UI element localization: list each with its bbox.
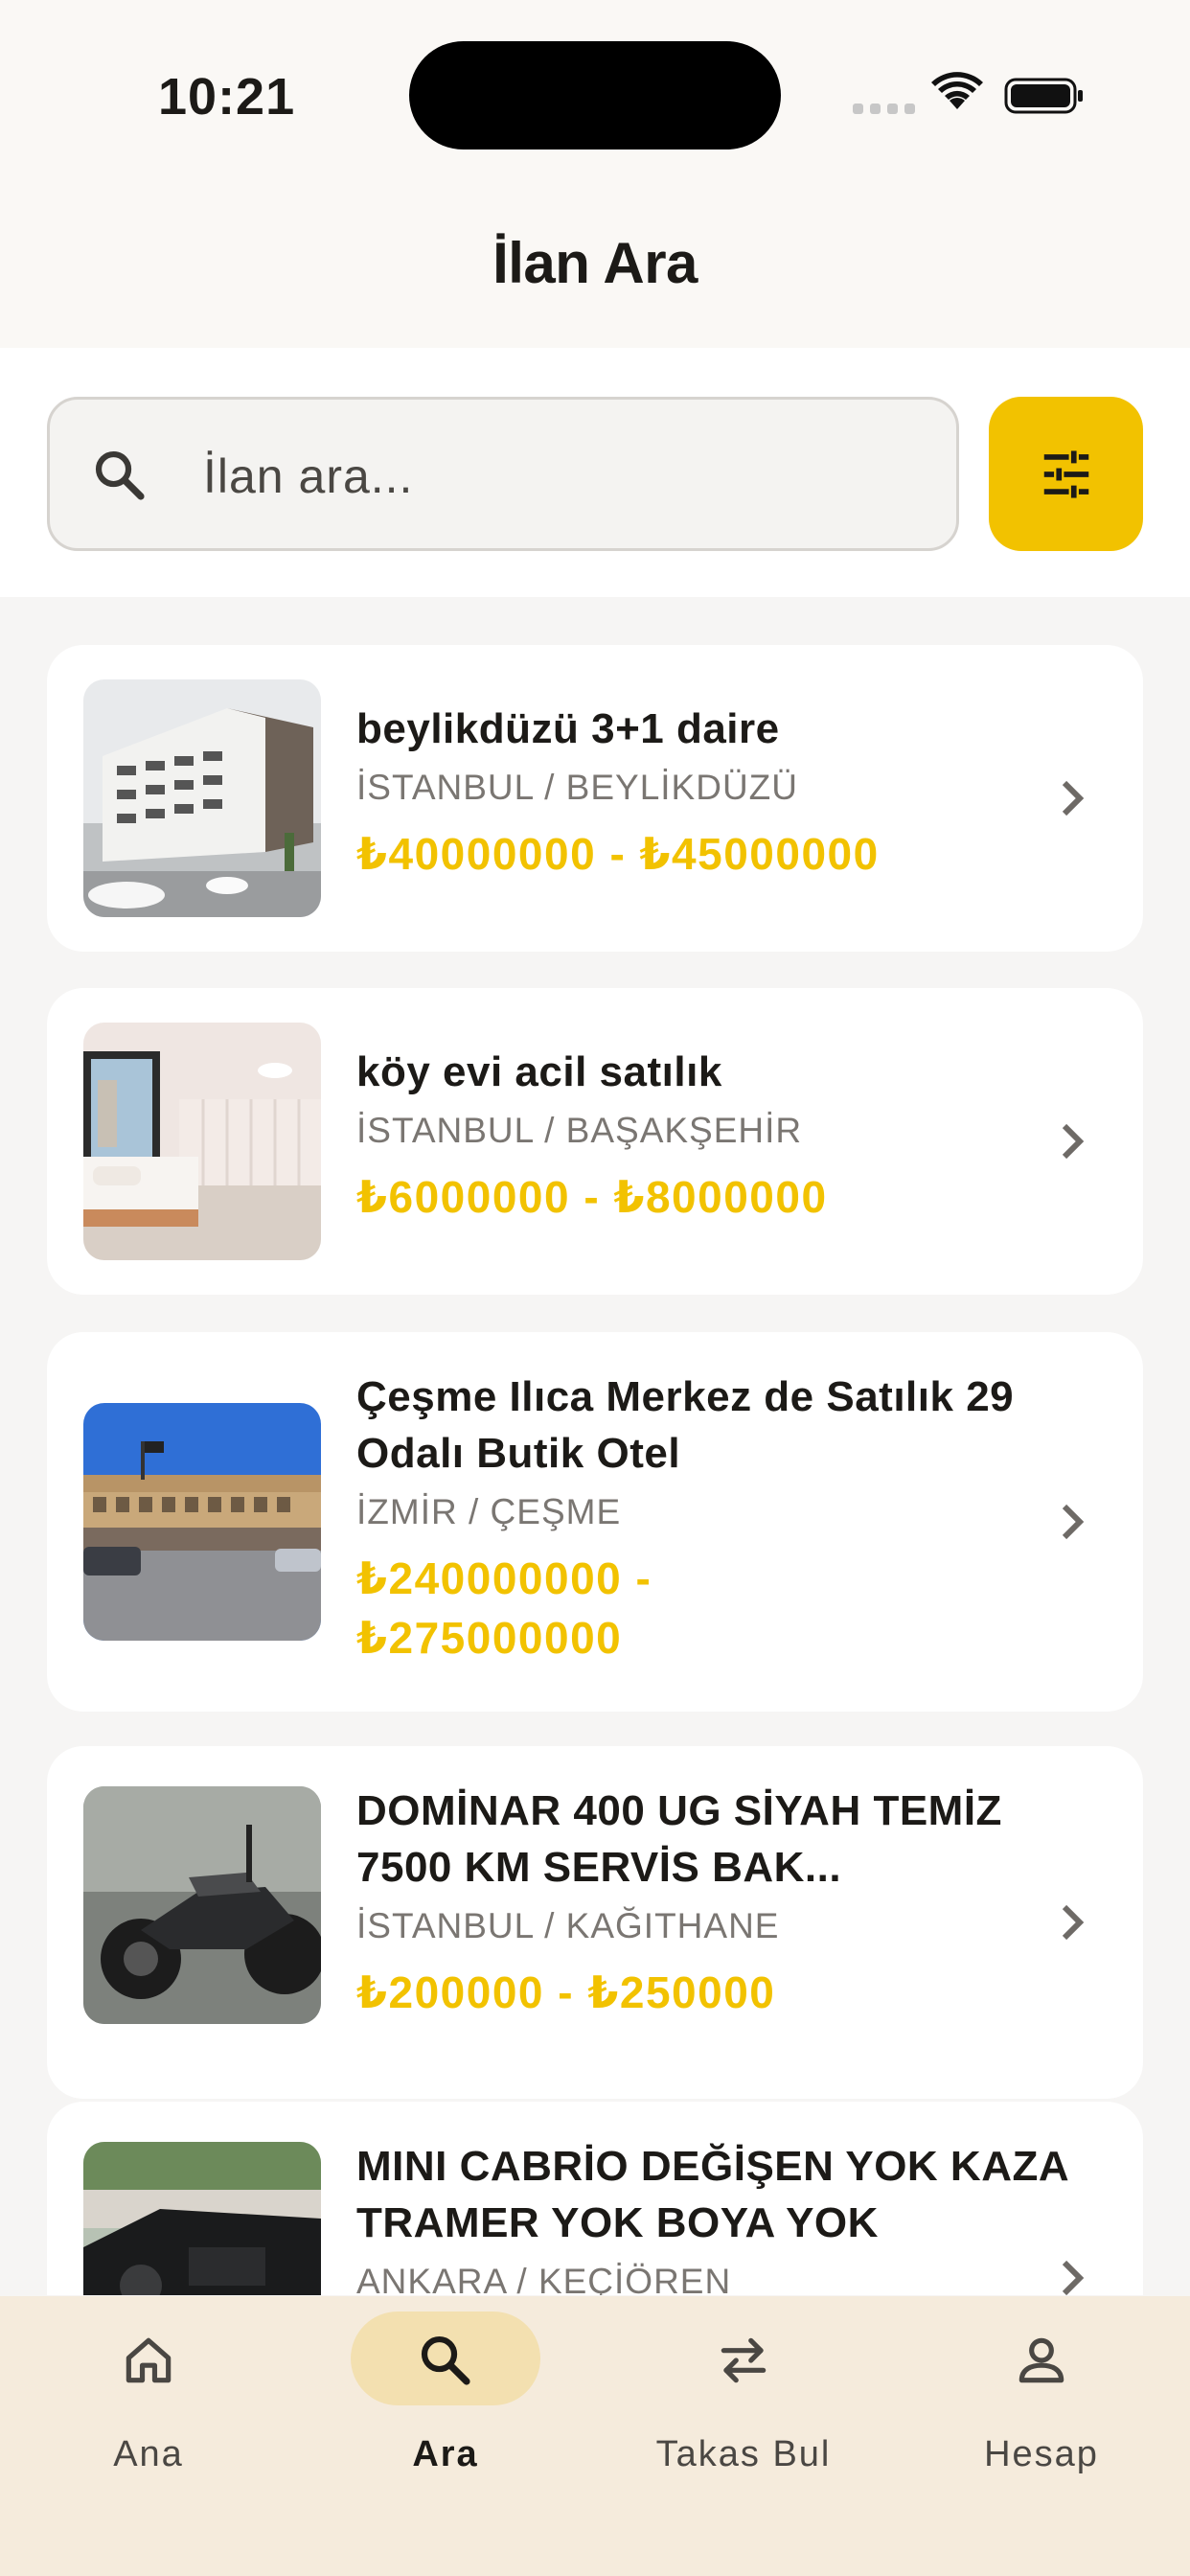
dynamic-island bbox=[409, 41, 781, 150]
chevron-right-icon bbox=[1062, 1504, 1085, 1540]
chevron-right-icon bbox=[1062, 780, 1085, 816]
listing-card[interactable]: DOMİNAR 400 UG SİYAH TEMİZ 7500 KM SERVİ… bbox=[47, 1746, 1143, 2099]
listing-info: MINI CABRİO DEĞİŞEN YOK KAZA TRAMER YOK … bbox=[356, 2138, 1085, 2295]
listing-thumbnail bbox=[83, 1023, 321, 1260]
search-screen: 10:21 İlan Ara İlan ara... beylikdüzü 3+… bbox=[0, 0, 1190, 2576]
cellular-signal-icon bbox=[853, 104, 915, 114]
tab-label: Hesap bbox=[984, 2434, 1099, 2474]
listing-location: İSTANBUL / BEYLİKDÜZÜ bbox=[356, 768, 798, 807]
chevron-right-icon bbox=[1062, 1904, 1085, 1941]
listing-location: İSTANBUL / BAŞAKŞEHİR bbox=[356, 1111, 803, 1150]
bottom-tab-bar: Ana Ara Takas Bul Hesap bbox=[0, 2296, 1190, 2576]
listing-price: ₺240000000 - ₺275000000 bbox=[356, 1553, 652, 1663]
bedroom-interior-photo bbox=[83, 1023, 321, 1260]
tab-label: Ana bbox=[113, 2434, 184, 2474]
tab-takas-bul[interactable]: Takas Bul bbox=[629, 2312, 858, 2484]
status-time: 10:21 bbox=[158, 68, 296, 126]
listing-info: Çeşme Ilıca Merkez de Satılık 29 Odalı B… bbox=[356, 1368, 1085, 1668]
convertible-car-photo bbox=[83, 2142, 321, 2295]
motorcycle-photo bbox=[83, 1786, 321, 2024]
page-title: İlan Ara bbox=[492, 231, 698, 295]
chevron-right-icon bbox=[1062, 2260, 1085, 2295]
listing-price: ₺6000000 - ₺8000000 bbox=[356, 1172, 828, 1222]
search-bar[interactable] bbox=[47, 397, 959, 551]
sliders-icon bbox=[1043, 449, 1088, 498]
listing-location: ANKARA / KEÇİÖREN bbox=[356, 2262, 732, 2295]
search-area bbox=[0, 348, 1190, 597]
chevron-right-icon bbox=[1062, 1123, 1085, 1160]
search-icon bbox=[95, 450, 145, 500]
listing-title: beylikdüzü 3+1 daire bbox=[356, 705, 780, 752]
listing-price: ₺40000000 - ₺45000000 bbox=[356, 829, 880, 879]
listing-location: İZMİR / ÇEŞME bbox=[356, 1492, 622, 1531]
listing-title: DOMİNAR 400 UG SİYAH TEMİZ 7500 KM SERVİ… bbox=[356, 1787, 1002, 1891]
listing-card[interactable]: beylikdüzü 3+1 daire İSTANBUL / BEYLİKDÜ… bbox=[47, 645, 1143, 952]
tab-ana[interactable]: Ana bbox=[34, 2312, 263, 2484]
listing-thumbnail bbox=[83, 1786, 321, 2024]
person-icon bbox=[1018, 2337, 1064, 2383]
listing-title: köy evi acil satılık bbox=[356, 1048, 722, 1095]
listing-info: beylikdüzü 3+1 daire İSTANBUL / BEYLİKDÜ… bbox=[356, 701, 1085, 884]
listing-card[interactable]: Çeşme Ilıca Merkez de Satılık 29 Odalı B… bbox=[47, 1332, 1143, 1712]
listing-card[interactable]: köy evi acil satılık İSTANBUL / BAŞAKŞEH… bbox=[47, 988, 1143, 1295]
hotel-street-photo bbox=[83, 1403, 321, 1641]
status-bar: 10:21 bbox=[0, 0, 1190, 172]
listing-price: ₺200000 - ₺250000 bbox=[356, 1967, 776, 2017]
listing-info: köy evi acil satılık İSTANBUL / BAŞAKŞEH… bbox=[356, 1044, 1085, 1227]
top-app-bar: İlan Ara bbox=[0, 172, 1190, 348]
filter-button[interactable] bbox=[989, 397, 1143, 551]
listing-info: DOMİNAR 400 UG SİYAH TEMİZ 7500 KM SERVİ… bbox=[356, 1782, 1085, 2022]
listing-thumbnail bbox=[83, 2142, 321, 2295]
battery-icon bbox=[1004, 78, 1083, 114]
tab-label: Ara bbox=[412, 2434, 479, 2474]
listing-location: İSTANBUL / KAĞITHANE bbox=[356, 1906, 780, 1945]
listing-title: MINI CABRİO DEĞİŞEN YOK KAZA TRAMER YOK … bbox=[356, 2143, 1068, 2246]
tab-ara[interactable]: Ara bbox=[331, 2312, 561, 2484]
search-input[interactable] bbox=[203, 428, 931, 524]
listing-thumbnail bbox=[83, 679, 321, 917]
listing-title: Çeşme Ilıca Merkez de Satılık 29 Odalı B… bbox=[356, 1373, 1015, 1477]
search-icon bbox=[421, 2335, 470, 2385]
listing-card[interactable]: MINI CABRİO DEĞİŞEN YOK KAZA TRAMER YOK … bbox=[47, 2102, 1143, 2295]
listing-thumbnail bbox=[83, 1403, 321, 1641]
tab-label: Takas Bul bbox=[655, 2434, 832, 2474]
home-icon bbox=[126, 2337, 172, 2383]
tab-hesap[interactable]: Hesap bbox=[927, 2312, 1156, 2484]
swap-icon bbox=[721, 2337, 767, 2383]
apartment-building-photo bbox=[83, 679, 321, 917]
wifi-icon bbox=[931, 72, 983, 109]
listing-list: beylikdüzü 3+1 daire İSTANBUL / BEYLİKDÜ… bbox=[0, 597, 1190, 2295]
